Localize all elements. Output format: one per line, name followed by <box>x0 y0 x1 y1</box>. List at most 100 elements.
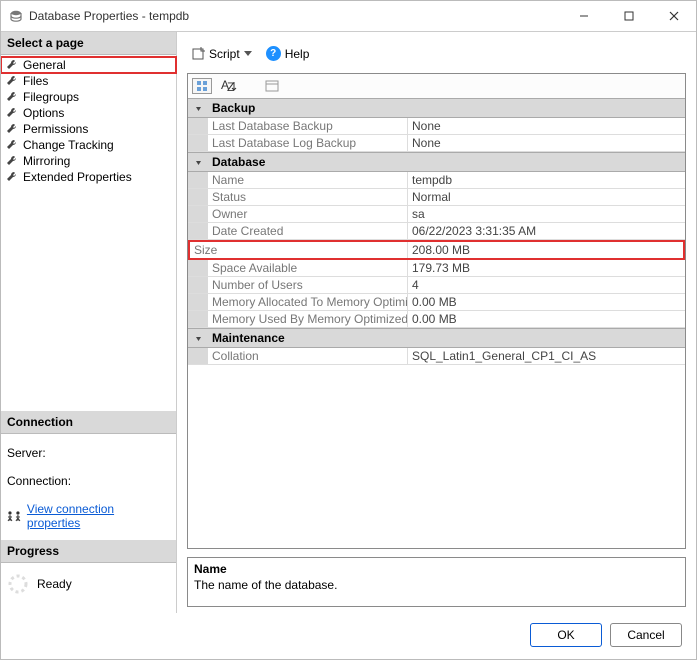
property-row[interactable]: Memory Allocated To Memory Optimized Obj… <box>188 294 685 311</box>
connection-label: Connection: <box>7 474 170 488</box>
property-value: Normal <box>408 189 685 205</box>
script-button[interactable]: Script <box>187 45 256 63</box>
page-item-label: Filegroups <box>23 90 79 104</box>
page-item-change-tracking[interactable]: Change Tracking <box>1 137 176 153</box>
cancel-button[interactable]: Cancel <box>610 623 682 647</box>
property-row[interactable]: Ownersa <box>188 206 685 223</box>
expand-icon[interactable] <box>188 153 208 171</box>
database-icon <box>9 9 23 23</box>
category-maintenance[interactable]: Maintenance <box>188 328 685 348</box>
property-label: Last Database Log Backup <box>208 135 408 151</box>
property-row[interactable]: Nametempdb <box>188 172 685 189</box>
property-label: Collation <box>208 348 408 364</box>
spinner-icon <box>7 573 29 595</box>
ok-button[interactable]: OK <box>530 623 602 647</box>
title-bar: Database Properties - tempdb <box>1 1 696 31</box>
property-value: 208.00 MB <box>408 242 683 258</box>
wrench-icon <box>5 90 19 104</box>
help-icon: ? <box>266 46 281 61</box>
property-label: Memory Used By Memory Optimized Objects <box>208 311 408 327</box>
property-label: Status <box>208 189 408 205</box>
property-value: 06/22/2023 3:31:35 AM <box>408 223 685 239</box>
button-bar: OK Cancel <box>1 613 696 659</box>
property-row[interactable]: StatusNormal <box>188 189 685 206</box>
property-label: Owner <box>208 206 408 222</box>
page-item-label: Options <box>23 106 64 120</box>
connection-icon <box>7 509 23 523</box>
toolbar: Script ? Help <box>187 42 686 73</box>
property-value: None <box>408 135 685 151</box>
connection-header: Connection <box>1 411 176 434</box>
description-title: Name <box>194 562 679 576</box>
category-database[interactable]: Database <box>188 152 685 172</box>
category-backup[interactable]: Backup <box>188 99 685 118</box>
property-value: sa <box>408 206 685 222</box>
property-value: None <box>408 118 685 134</box>
help-button[interactable]: ? Help <box>262 44 314 63</box>
page-item-filegroups[interactable]: Filegroups <box>1 89 176 105</box>
page-item-label: Extended Properties <box>23 170 132 184</box>
progress-header: Progress <box>1 540 176 563</box>
left-pane: Select a page General Files Filegroups Opti… <box>1 32 177 613</box>
category-label: Maintenance <box>208 329 685 347</box>
view-connection-properties-link[interactable]: View connection properties <box>27 502 170 530</box>
property-row[interactable]: Last Database Log BackupNone <box>188 135 685 152</box>
categorized-button[interactable] <box>192 78 212 94</box>
property-label: Memory Allocated To Memory Optimized Obj… <box>208 294 408 310</box>
property-value: 0.00 MB <box>408 311 685 327</box>
property-label: Number of Users <box>208 277 408 293</box>
maximize-button[interactable] <box>606 2 651 30</box>
page-item-files[interactable]: Files <box>1 73 176 89</box>
page-list: General Files Filegroups Options Permissions… <box>1 55 176 187</box>
property-grid: AZ BackupLast Database BackupNoneLast Da… <box>187 73 686 549</box>
property-label: Space Available <box>208 260 408 276</box>
property-label: Name <box>208 172 408 188</box>
expand-icon[interactable] <box>188 99 208 117</box>
grid-toolbar: AZ <box>188 74 685 99</box>
property-row[interactable]: CollationSQL_Latin1_General_CP1_CI_AS <box>188 348 685 365</box>
property-value: 0.00 MB <box>408 294 685 310</box>
category-label: Backup <box>208 99 685 117</box>
window-title: Database Properties - tempdb <box>29 9 561 23</box>
wrench-icon <box>5 106 19 120</box>
wrench-icon <box>5 122 19 136</box>
property-value: tempdb <box>408 172 685 188</box>
wrench-icon <box>5 154 19 168</box>
wrench-icon <box>5 58 19 72</box>
property-value: 4 <box>408 277 685 293</box>
svg-text:Z: Z <box>227 80 234 92</box>
property-label: Size <box>190 242 408 258</box>
page-item-permissions[interactable]: Permissions <box>1 121 176 137</box>
property-label: Date Created <box>208 223 408 239</box>
property-row[interactable]: Space Available179.73 MB <box>188 260 685 277</box>
page-item-label: Permissions <box>23 122 88 136</box>
server-label: Server: <box>7 446 170 460</box>
property-row[interactable]: Number of Users4 <box>188 277 685 294</box>
property-row[interactable]: Last Database BackupNone <box>188 118 685 135</box>
right-pane: Script ? Help AZ BackupLast <box>177 32 696 613</box>
wrench-icon <box>5 74 19 88</box>
page-item-general[interactable]: General <box>1 57 176 73</box>
page-item-label: Files <box>23 74 48 88</box>
script-label: Script <box>209 47 240 61</box>
alphabetical-button[interactable]: AZ <box>218 78 240 94</box>
minimize-button[interactable] <box>561 2 606 30</box>
view-connection-properties[interactable]: View connection properties <box>7 502 170 530</box>
page-item-label: Change Tracking <box>23 138 114 152</box>
property-row[interactable]: Memory Used By Memory Optimized Objects0… <box>188 311 685 328</box>
select-page-header: Select a page <box>1 32 176 55</box>
chevron-down-icon <box>244 51 252 56</box>
property-pages-button[interactable] <box>262 78 282 94</box>
script-icon <box>191 47 205 61</box>
expand-icon[interactable] <box>188 329 208 347</box>
page-item-label: General <box>23 58 66 72</box>
property-row[interactable]: Date Created06/22/2023 3:31:35 AM <box>188 223 685 240</box>
page-item-options[interactable]: Options <box>1 105 176 121</box>
page-item-label: Mirroring <box>23 154 70 168</box>
property-row[interactable]: Size208.00 MB <box>188 240 685 260</box>
close-button[interactable] <box>651 2 696 30</box>
wrench-icon <box>5 170 19 184</box>
page-item-extended-properties[interactable]: Extended Properties <box>1 169 176 185</box>
category-label: Database <box>208 153 685 171</box>
page-item-mirroring[interactable]: Mirroring <box>1 153 176 169</box>
